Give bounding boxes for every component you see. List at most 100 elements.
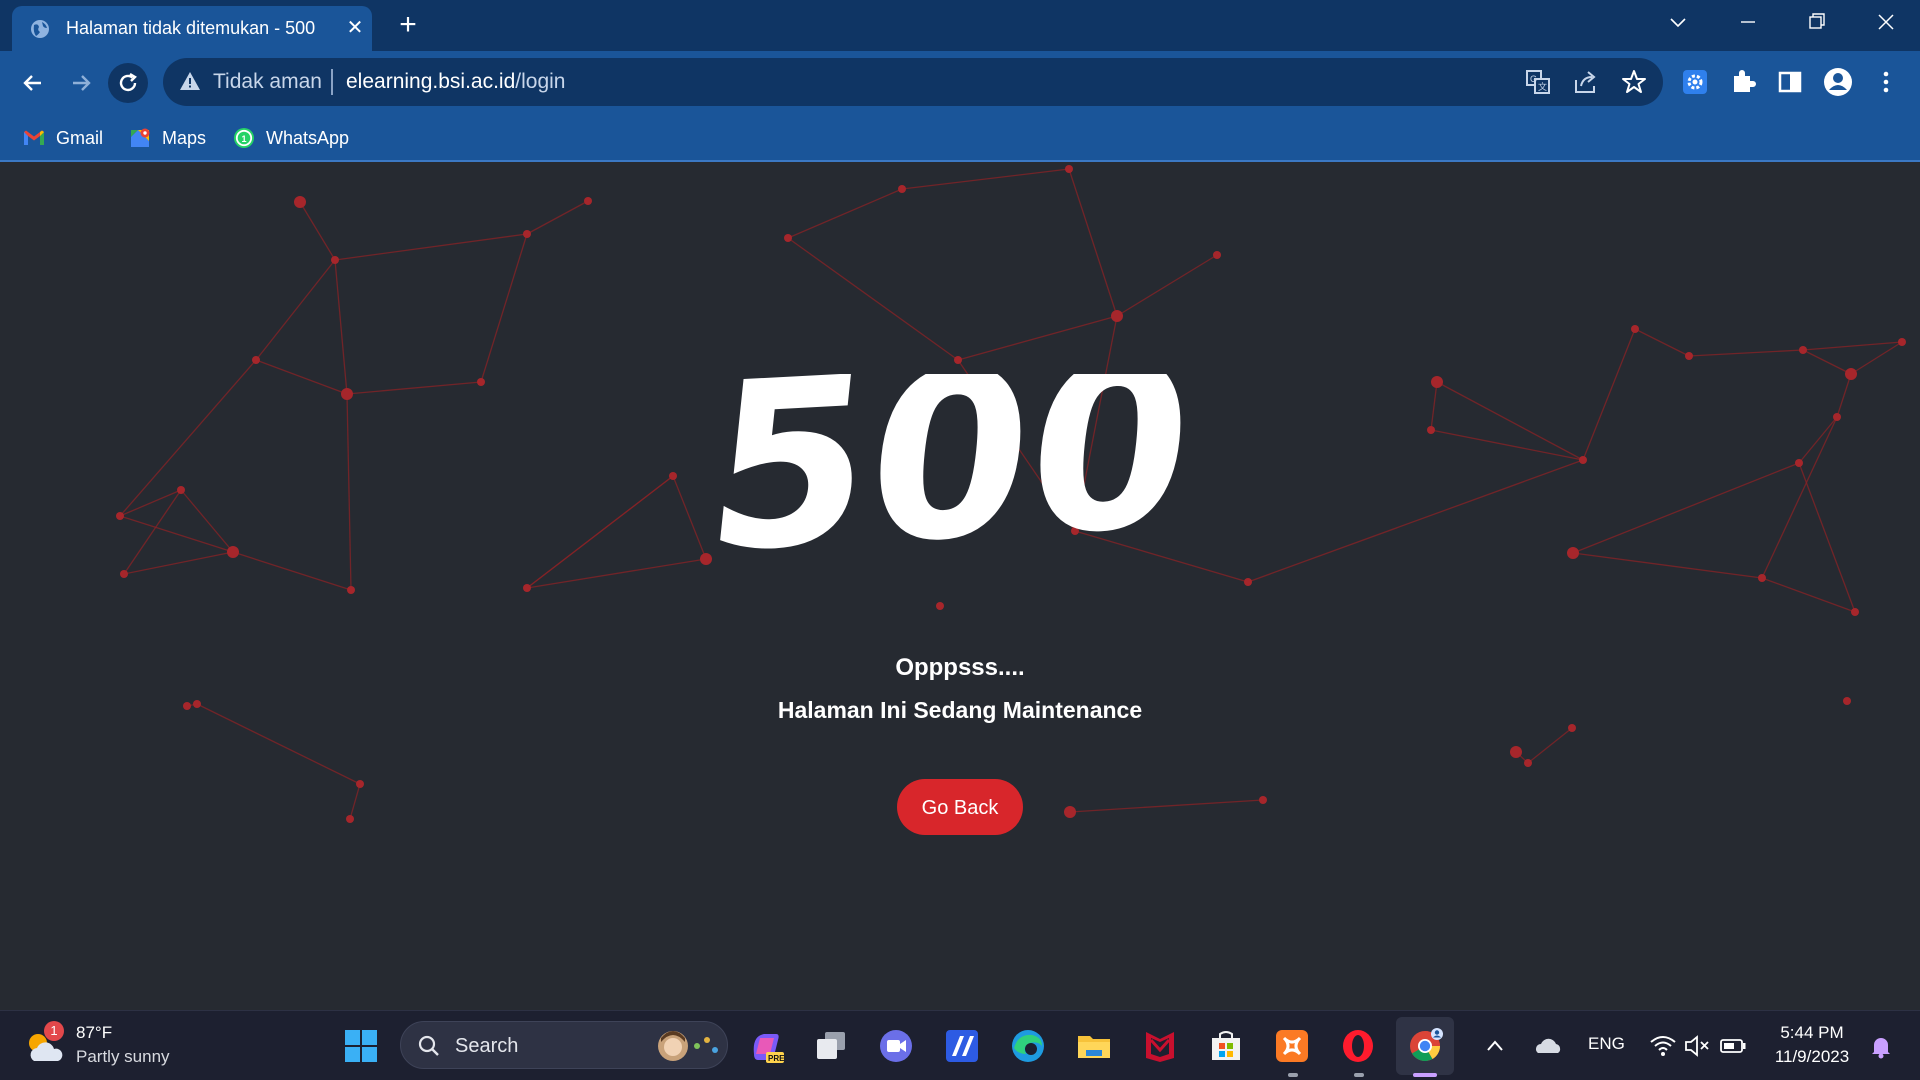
network-node: [1524, 759, 1532, 767]
network-link: [526, 558, 707, 589]
chrome-active-indicator: [1413, 1073, 1437, 1077]
clock-time: 5:44 PM: [1780, 1023, 1844, 1042]
network-link: [1430, 429, 1584, 461]
network-node: [523, 584, 531, 592]
network-node: [1213, 251, 1221, 259]
network-link: [349, 783, 361, 820]
opera-icon[interactable]: [1338, 1026, 1378, 1066]
network-link: [1850, 341, 1903, 375]
network-link: [1798, 462, 1856, 613]
network-link: [1436, 381, 1584, 461]
error-page: 500 Opppsss.... Halaman Ini Sedang Maint…: [0, 164, 1920, 1010]
whatsapp-icon: 1: [234, 128, 254, 148]
bookmark-star-icon[interactable]: [1620, 68, 1648, 96]
network-node: [1510, 746, 1522, 758]
language-indicator[interactable]: ENG: [1588, 1034, 1625, 1054]
onedrive-cloud-icon[interactable]: [1532, 1031, 1564, 1061]
search-icon: [418, 1035, 439, 1056]
address-bar[interactable]: Tidak aman elearning.bsi.ac.id/login G文: [163, 58, 1663, 106]
network-link: [123, 551, 234, 575]
search-highlight-icon: [658, 1031, 718, 1061]
system-clock[interactable]: 5:44 PM 11/9/2023: [1766, 1021, 1858, 1069]
network-node: [1568, 724, 1576, 732]
network-link: [957, 315, 1118, 361]
bookmarks-bar: Gmail Maps 1 WhatsApp: [0, 114, 1920, 162]
bookmark-gmail[interactable]: Gmail: [22, 123, 103, 153]
url-text[interactable]: elearning.bsi.ac.id/login: [346, 70, 565, 94]
network-link: [1802, 341, 1903, 351]
microsoft-store-icon[interactable]: [1206, 1026, 1246, 1066]
url-path: /login: [515, 70, 566, 93]
side-panel-icon[interactable]: [1773, 65, 1807, 99]
warning-triangle-icon[interactable]: [179, 70, 201, 92]
network-node: [477, 378, 485, 386]
bookmark-maps[interactable]: Maps: [128, 123, 206, 153]
svg-text:1: 1: [242, 134, 247, 144]
minimize-icon[interactable]: [1728, 6, 1768, 38]
network-node: [1898, 338, 1906, 346]
network-node: [1631, 325, 1639, 333]
translate-icon[interactable]: G文: [1524, 68, 1552, 96]
svg-text:文: 文: [1538, 81, 1547, 92]
bookmark-label: Gmail: [56, 127, 104, 148]
network-node: [954, 356, 962, 364]
notification-bell-icon[interactable]: [1866, 1031, 1896, 1061]
close-window-icon[interactable]: [1866, 6, 1906, 38]
file-explorer-icon[interactable]: [1074, 1026, 1114, 1066]
forward-arrow-icon[interactable]: [63, 65, 99, 101]
tab-search-chevron-icon[interactable]: [1658, 6, 1698, 38]
maps-icon: [131, 128, 150, 147]
extension-gear-icon[interactable]: [1678, 65, 1712, 99]
network-node: [1064, 806, 1076, 818]
security-status-label[interactable]: Tidak aman: [213, 70, 322, 94]
profile-avatar-icon[interactable]: [1821, 65, 1855, 99]
particle-network-background: [116, 165, 1906, 823]
taskbar-search-box[interactable]: Search: [400, 1021, 728, 1069]
search-label: Search: [455, 1035, 519, 1057]
error-code-graphic: 500: [700, 374, 1204, 564]
xampp-running-indicator: [1288, 1073, 1298, 1077]
network-node: [294, 196, 306, 208]
network-link: [787, 188, 903, 239]
mcafee-icon[interactable]: [1140, 1026, 1180, 1066]
wifi-icon[interactable]: [1648, 1031, 1678, 1061]
error-code: 500: [700, 374, 1204, 564]
copilot-icon[interactable]: PRE: [746, 1026, 786, 1066]
network-node: [1795, 459, 1803, 467]
go-back-button[interactable]: Go Back: [897, 779, 1023, 835]
reload-button[interactable]: [108, 63, 148, 103]
chrome-taskbar-button[interactable]: [1396, 1017, 1454, 1075]
opera-running-indicator: [1354, 1073, 1364, 1077]
volume-muted-icon[interactable]: [1682, 1031, 1712, 1061]
back-arrow-icon[interactable]: [15, 65, 51, 101]
new-tab-button[interactable]: +: [392, 10, 424, 42]
battery-icon[interactable]: [1718, 1031, 1748, 1061]
more-menu-icon[interactable]: [1869, 65, 1903, 99]
weather-widget[interactable]: 1 87°F Partly sunny: [24, 1021, 224, 1071]
xampp-icon[interactable]: [1272, 1026, 1312, 1066]
teams-chat-icon[interactable]: [876, 1026, 916, 1066]
tab-active[interactable]: Halaman tidak ditemukan - 500 ✕: [12, 6, 372, 51]
tab-close-icon[interactable]: ✕: [342, 15, 368, 41]
weather-badge: 1: [44, 1021, 64, 1041]
network-link: [346, 393, 352, 591]
bookmark-whatsapp[interactable]: 1 WhatsApp: [232, 123, 349, 153]
extensions-puzzle-icon[interactable]: [1726, 65, 1760, 99]
network-link: [119, 515, 234, 553]
network-link: [1430, 381, 1438, 431]
edge-browser-icon[interactable]: [1008, 1026, 1048, 1066]
network-node: [584, 197, 592, 205]
network-node: [1259, 796, 1267, 804]
network-link: [334, 233, 528, 261]
network-link: [1572, 552, 1763, 579]
network-node: [116, 512, 124, 520]
task-view-icon[interactable]: [811, 1026, 851, 1066]
restore-icon[interactable]: [1796, 6, 1836, 38]
code-editor-icon[interactable]: [942, 1026, 982, 1066]
network-link: [787, 237, 959, 361]
show-hidden-icons-chevron[interactable]: [1480, 1031, 1510, 1061]
windows-start-icon[interactable]: [341, 1026, 381, 1066]
tab-title: Halaman tidak ditemukan - 500: [66, 18, 316, 38]
share-icon[interactable]: [1572, 68, 1600, 96]
network-link: [1116, 254, 1218, 317]
